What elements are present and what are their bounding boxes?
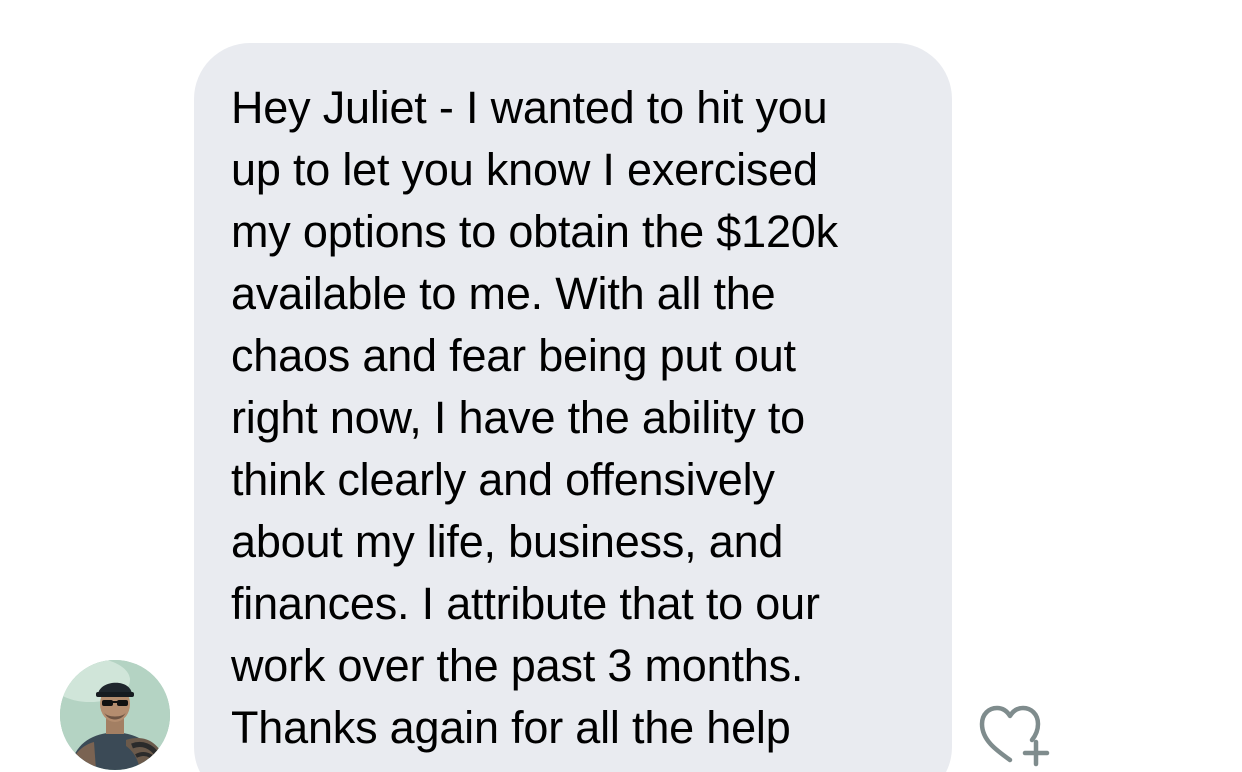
- message-line: think clearly and offensively: [231, 454, 775, 505]
- message-line: available to me. With all the: [231, 268, 776, 319]
- avatar-photo: [60, 660, 170, 770]
- sender-avatar[interactable]: [60, 660, 170, 770]
- message-line: Thanks again for all the help: [231, 702, 791, 753]
- message-line: finances. I attribute that to our: [231, 578, 820, 629]
- message-line: Hey Juliet - I wanted to hit you: [231, 82, 828, 133]
- message-line: chaos and fear being put out: [231, 330, 796, 381]
- conversation-view: Hey Juliet - I wanted to hit you up to l…: [0, 0, 1242, 772]
- message-line: my options to obtain the $120k: [231, 206, 838, 257]
- message-line: right now, I have the ability to: [231, 392, 805, 443]
- message-line: about my life, business, and: [231, 516, 784, 567]
- message-text: Hey Juliet - I wanted to hit you up to l…: [231, 77, 912, 759]
- heart-plus-icon: [979, 705, 1050, 767]
- message-line: work over the past 3 months.: [231, 640, 804, 691]
- incoming-message-bubble[interactable]: Hey Juliet - I wanted to hit you up to l…: [194, 43, 952, 772]
- add-reaction-button[interactable]: [976, 702, 1050, 768]
- message-line: up to let you know I exercised: [231, 144, 818, 195]
